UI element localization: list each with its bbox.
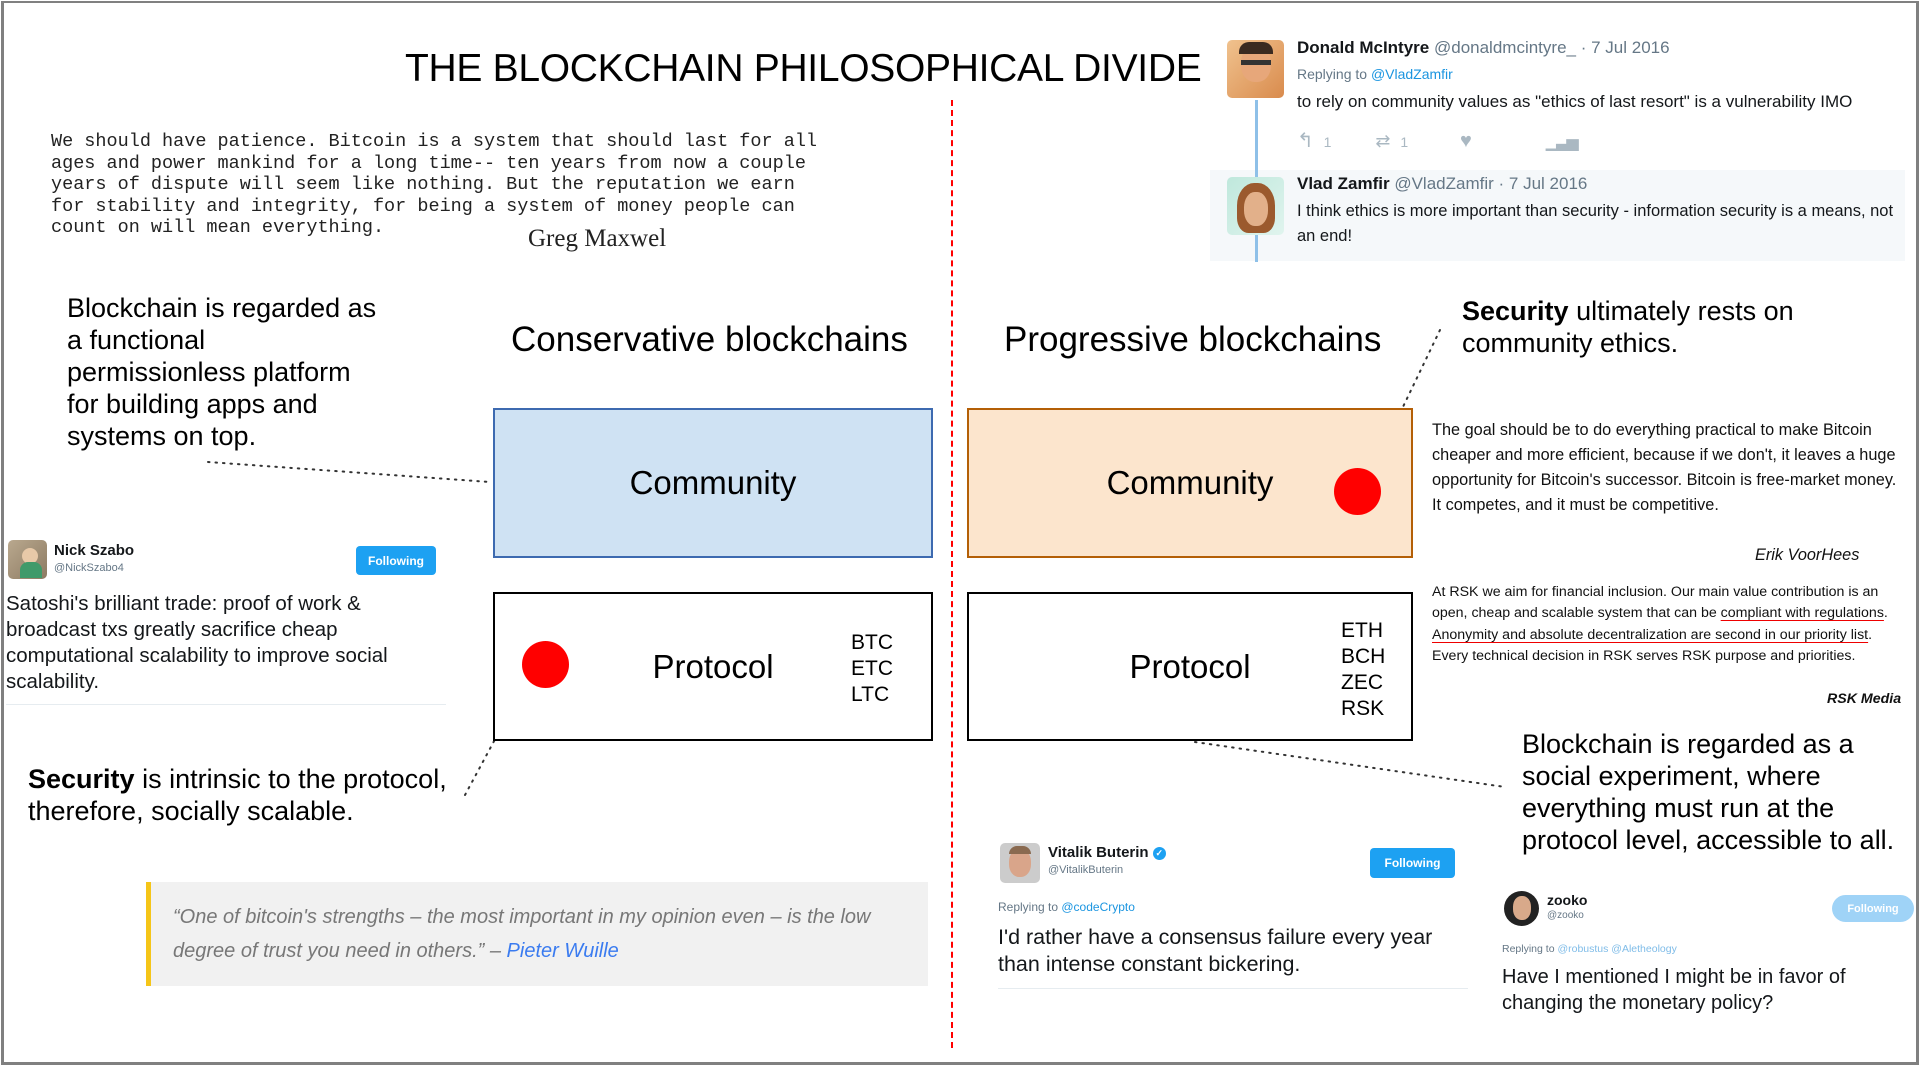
tweet-author-handle[interactable]: @VitalikButerin — [1048, 864, 1123, 876]
leader-left-top — [207, 461, 491, 483]
reply-icon[interactable]: ↰ — [1297, 130, 1314, 152]
conservative-security-annotation: Security is intrinsic to the protocol, t… — [28, 763, 468, 827]
rsk-underlined: compliant with regulations — [1720, 605, 1884, 622]
like-icon[interactable]: ♥ — [1460, 130, 1472, 152]
security-bold: Security — [1462, 296, 1569, 326]
conservative-protocol-box: Protocol BTC ETC LTC — [493, 592, 933, 741]
community-label: Community — [1106, 464, 1274, 501]
rsk-text: . — [1883, 605, 1888, 622]
nick-szabo-tweet: Nick Szabo @NickSzabo4 Following Satoshi… — [6, 538, 446, 705]
analytics-icon[interactable]: ▁▃▅ — [1546, 134, 1579, 151]
tweet-date[interactable]: · 7 Jul 2016 — [1581, 38, 1670, 57]
conservative-chain-list: BTC ETC LTC — [851, 630, 893, 708]
protocol-label: Protocol — [652, 647, 774, 685]
following-button[interactable]: Following — [1832, 895, 1914, 922]
conservative-annotation: Blockchain is regarded as a functional p… — [67, 293, 377, 451]
chain-item: LTC — [851, 683, 890, 706]
community-label: Community — [629, 464, 797, 501]
tweet-author-name[interactable]: Vlad Zamfir — [1297, 174, 1390, 193]
quote-line: ages and power mankind for a long time--… — [51, 152, 806, 174]
chain-item: ETH — [1341, 619, 1383, 642]
tweet-header: Vlad Zamfir @VladZamfir · 7 Jul 2016 — [1297, 174, 1587, 194]
tweet-author-name[interactable]: Donald McIntyre — [1297, 38, 1429, 57]
following-button[interactable]: Following — [356, 546, 436, 575]
tweet-text: to rely on community values as "ethics o… — [1297, 92, 1853, 111]
quote-author-link[interactable]: Pieter Wuille — [507, 940, 619, 962]
avatar — [8, 540, 47, 579]
replying-to-link[interactable]: @codeCrypto — [1061, 900, 1135, 914]
chain-item: BCH — [1341, 645, 1386, 668]
verified-badge-icon: ✓ — [1152, 847, 1166, 860]
progressive-annotation: Blockchain is regarded as a social exper… — [1522, 729, 1895, 855]
pieter-wuille-quote: “One of bitcoin's strengths – the most i… — [146, 882, 928, 986]
vlad-avatar[interactable] — [1227, 177, 1284, 235]
conservative-heading: Conservative blockchains — [511, 320, 908, 359]
replying-prefix: Replying to — [1297, 66, 1371, 82]
protocol-label: Protocol — [1129, 647, 1251, 685]
progressive-heading: Progressive blockchains — [1004, 320, 1382, 359]
retweet-icon[interactable]: ⇄ — [1375, 131, 1390, 151]
rsk-quote: At RSK we aim for financial inclusion. O… — [1432, 582, 1907, 667]
replying-to-link[interactable]: @robustus @Aletheology — [1557, 943, 1676, 955]
progressive-protocol-box: Protocol ETH BCH ZEC RSK — [967, 592, 1413, 741]
progressive-security-annotation: Security ultimately rests on community e… — [1462, 295, 1802, 359]
chain-item: BTC — [851, 631, 893, 654]
security-dot — [1334, 468, 1381, 515]
progressive-chain-list: ETH BCH ZEC RSK — [1341, 618, 1385, 722]
replying-to: Replying to @VladZamfir — [1297, 66, 1453, 82]
avatar[interactable] — [1000, 843, 1040, 883]
replying-to-link[interactable]: @VladZamfir — [1371, 66, 1453, 82]
replying-to: Replying to @robustus @Aletheology — [1502, 943, 1677, 955]
tweet-header: Donald McIntyre @donaldmcintyre_ · 7 Jul… — [1297, 38, 1670, 58]
zooko-tweet: zooko @zooko Following Replying to @robu… — [1502, 888, 1914, 1018]
tweet-author-handle[interactable]: @zooko — [1547, 910, 1584, 921]
tweet-author-handle[interactable]: @donaldmcintyre_ — [1434, 38, 1576, 57]
retweet-count: 1 — [1400, 134, 1409, 150]
author-name-text: Vitalik Buterin — [1048, 844, 1149, 861]
vitalik-tweet: Vitalik Buterin ✓ @VitalikButerin Follow… — [998, 840, 1468, 989]
quote-line: We should have patience. Bitcoin is a sy… — [51, 131, 818, 152]
tweet-text: Satoshi's brilliant trade: proof of work… — [6, 592, 388, 693]
quote-text: “One of bitcoin's strengths – the most i… — [173, 900, 933, 968]
greg-maxwell-author: Greg Maxwel — [528, 225, 667, 252]
conservative-community-box: Community — [493, 408, 933, 558]
security-dot — [522, 641, 569, 688]
tweet-text: I'd rather have a consensus failure ever… — [998, 925, 1433, 976]
tweet-author-name[interactable]: Nick Szabo — [54, 542, 134, 559]
following-button[interactable]: Following — [1370, 848, 1455, 878]
tweet-date[interactable]: · 7 Jul 2016 — [1499, 174, 1588, 193]
quote-line: count on will mean everything. — [51, 217, 385, 239]
replying-to: Replying to @codeCrypto — [998, 900, 1135, 914]
quote-line: years of dispute will seem like nothing.… — [51, 174, 795, 196]
progressive-community-box: Community — [967, 408, 1413, 558]
quote-line: for stability and integrity, for being a… — [51, 195, 795, 217]
tweet-author-handle[interactable]: @VladZamfir — [1394, 174, 1493, 193]
chain-item: RSK — [1341, 697, 1385, 720]
erik-voorhees-quote: The goal should be to do everything prac… — [1432, 421, 1897, 514]
greg-maxwell-quote: We should have patience. Bitcoin is a sy… — [51, 131, 851, 239]
tweet-author-name[interactable]: zooko — [1547, 892, 1587, 908]
replying-prefix: Replying to — [1502, 943, 1558, 955]
tweet-author-name[interactable]: Vitalik Buterin ✓ — [1048, 844, 1166, 861]
security-bold: Security — [28, 764, 135, 794]
donald-avatar[interactable] — [1227, 40, 1284, 98]
replying-prefix: Replying to — [998, 900, 1062, 914]
tweet-text: I think ethics is more important than se… — [1297, 202, 1894, 245]
tweet-author-handle[interactable]: @NickSzabo4 — [54, 562, 124, 574]
chain-item: ZEC — [1341, 671, 1383, 694]
tweet-actions: ↰ 1 ⇄ 1 ♥ ▁▃▅ — [1297, 128, 1579, 153]
leader-right-bottom — [1194, 741, 1506, 788]
rsk-author: RSK Media — [1827, 691, 1902, 707]
rsk-underlined: Anonymity and absolute decentralization … — [1432, 626, 1869, 643]
avatar[interactable] — [1504, 891, 1539, 926]
tweet-text: Have I mentioned I might be in favor of … — [1502, 966, 1846, 1014]
reply-count: 1 — [1323, 134, 1332, 150]
erik-voorhees-author: Erik VoorHees — [1755, 546, 1860, 564]
chain-item: ETC — [851, 657, 893, 680]
